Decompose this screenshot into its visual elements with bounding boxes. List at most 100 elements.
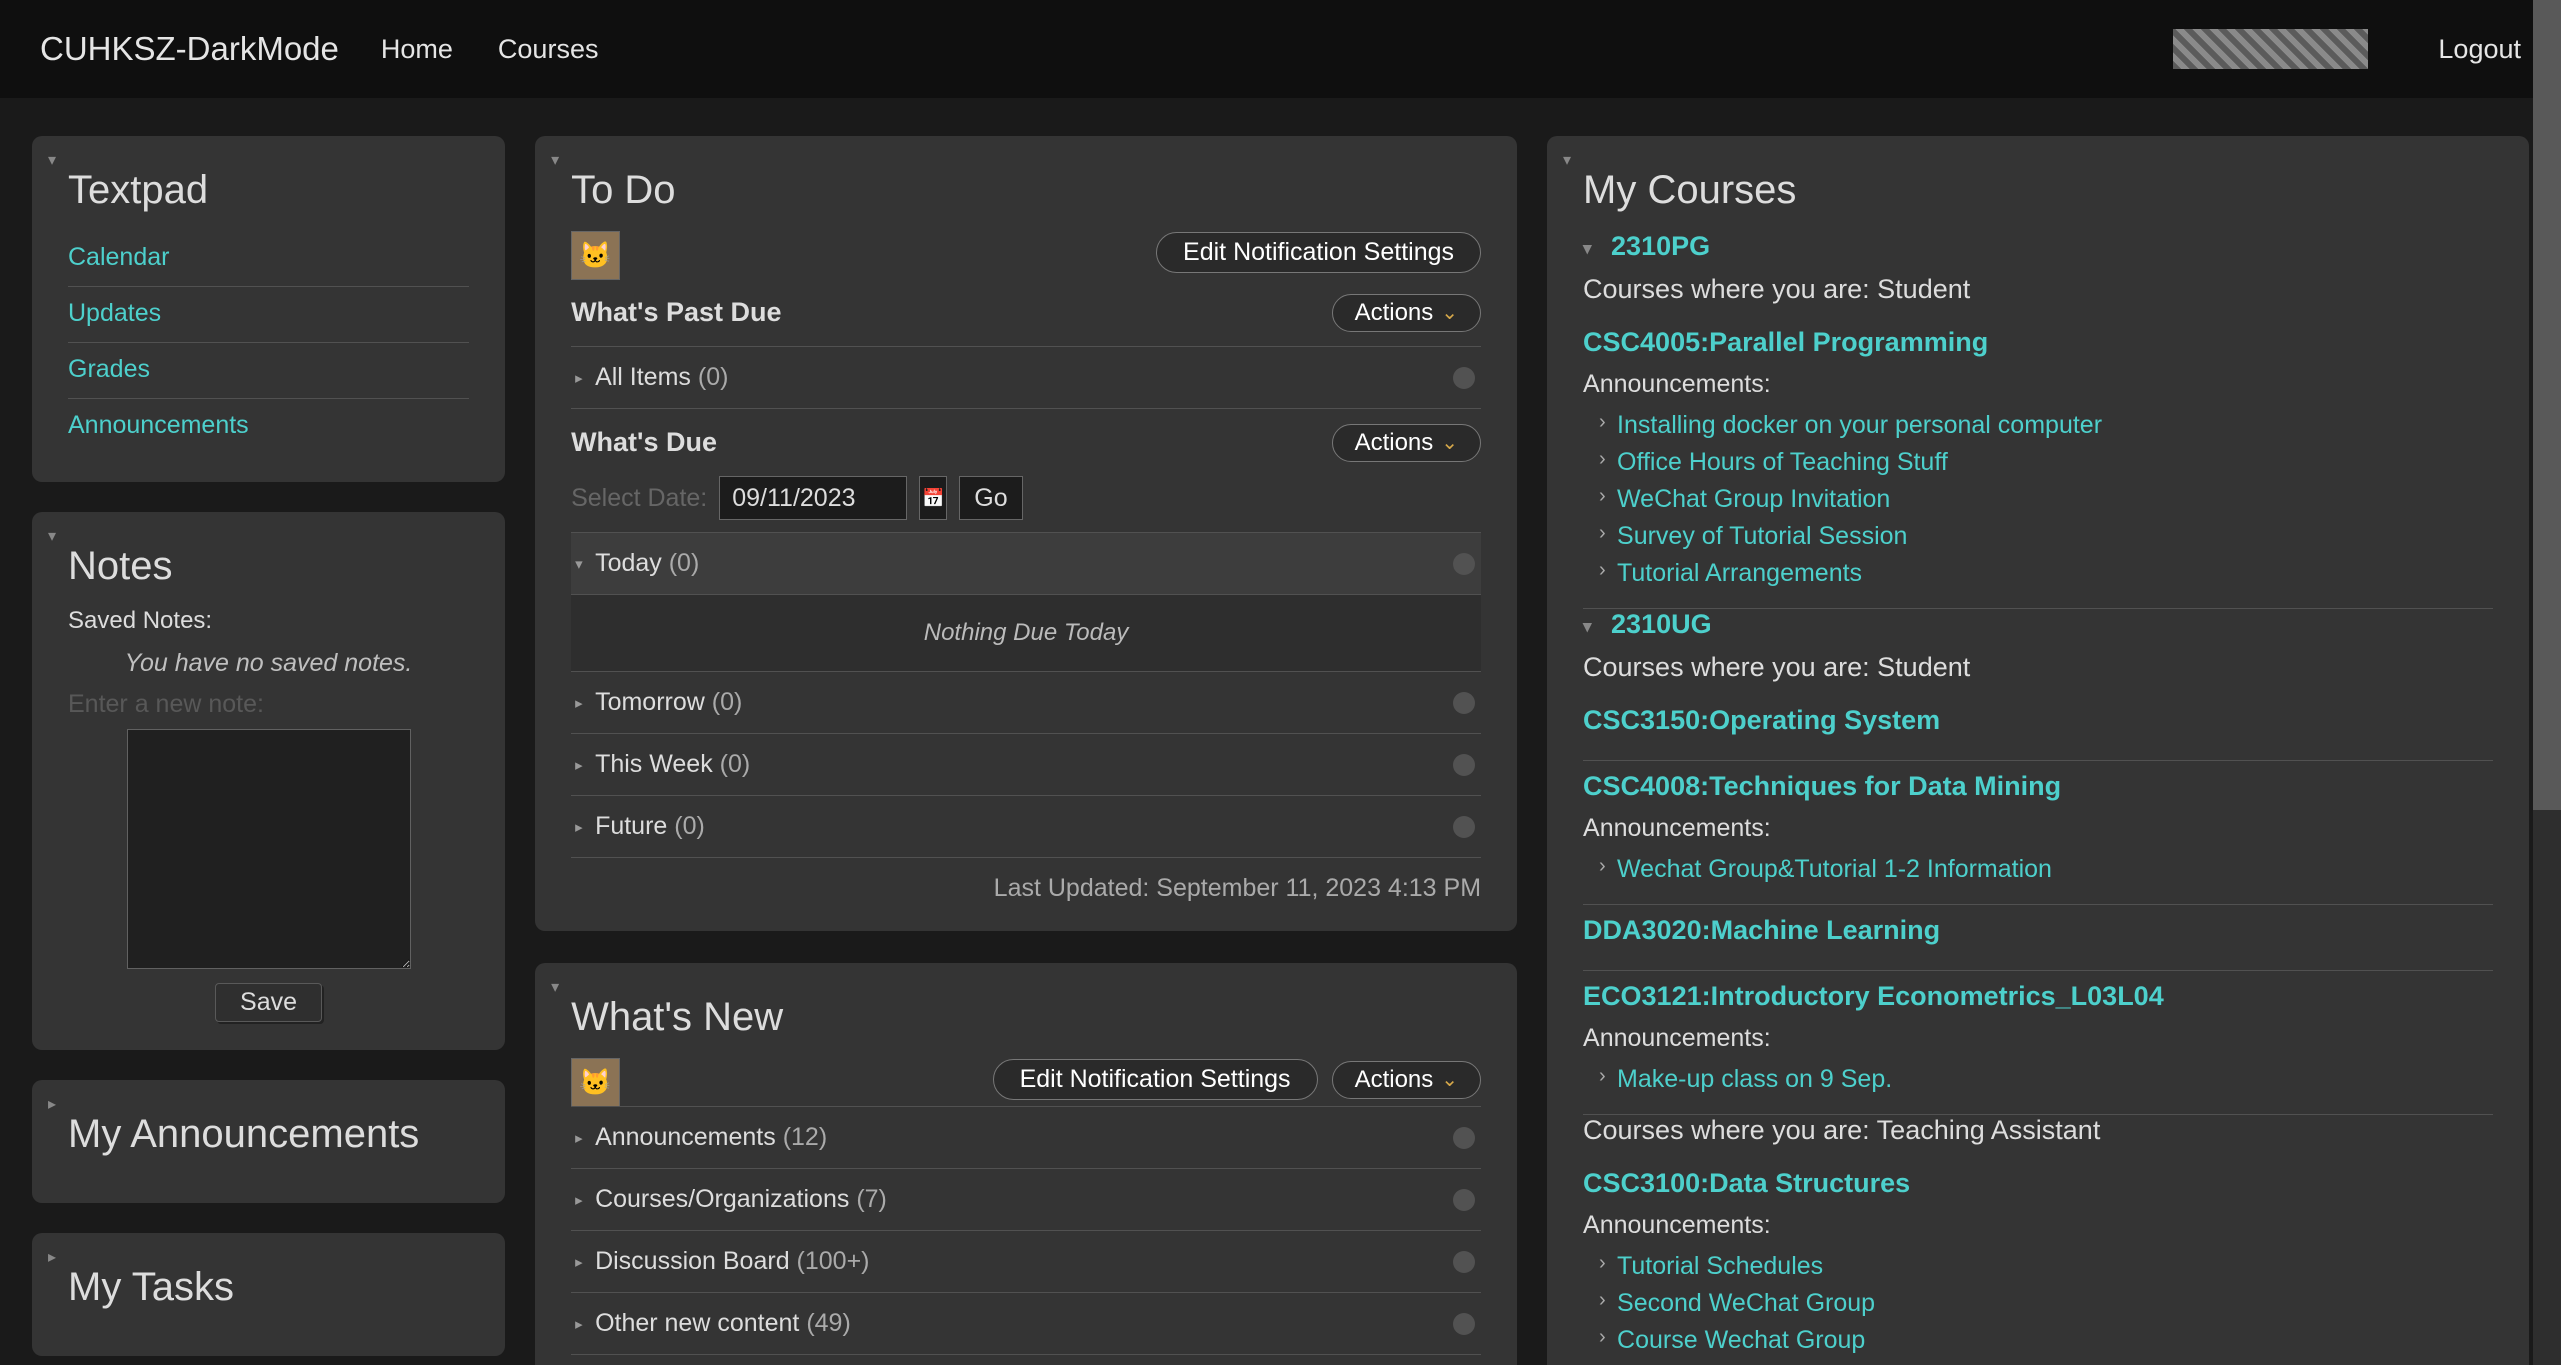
chevron-down-icon: ⌄: [1441, 1067, 1458, 1092]
user-avatar-name[interactable]: [2173, 29, 2368, 69]
whatsnew-row[interactable]: ▸Other new content (49): [571, 1293, 1481, 1355]
no-saved-notes: You have no saved notes.: [68, 649, 469, 678]
nav-courses[interactable]: Courses: [498, 34, 599, 65]
announcements-label: Announcements:: [1583, 1024, 2493, 1053]
whats-due-heading: What's Due: [571, 427, 717, 458]
course-block: CSC3150:Operating System: [1583, 695, 2493, 761]
term-toggle[interactable]: 2310UG: [1583, 609, 1712, 640]
course-link[interactable]: CSC3100:Data Structures: [1583, 1168, 2493, 1207]
expand-icon: ▾: [575, 555, 583, 573]
textpad-link-updates[interactable]: Updates: [68, 299, 161, 327]
announcement-link[interactable]: Installing docker on your personal compu…: [1617, 411, 2102, 439]
status-dot[interactable]: [1453, 1251, 1475, 1273]
announcement-item: Tutorial Schedules: [1599, 1248, 2493, 1285]
course-link[interactable]: CSC3150:Operating System: [1583, 705, 2493, 744]
textpad-title: Textpad: [68, 168, 469, 213]
announcement-item: Tutorial Arrangements: [1599, 555, 2493, 592]
today-row[interactable]: ▾Today (0): [571, 533, 1481, 595]
brand-title: CUHKSZ-DarkMode: [40, 30, 339, 68]
announcement-item: Installing docker on your personal compu…: [1599, 407, 2493, 444]
expand-icon: ▸: [575, 1315, 583, 1333]
edit-notification-button[interactable]: Edit Notification Settings: [993, 1059, 1318, 1100]
course-link[interactable]: CSC4005:Parallel Programming: [1583, 327, 2493, 366]
whatsnew-row[interactable]: ▸Discussion Board (100+): [571, 1231, 1481, 1293]
scrollbar-thumb[interactable]: [2533, 0, 2561, 810]
role-heading: Courses where you are: Student: [1583, 274, 2493, 305]
todo-module: To Do 🐱 Edit Notification Settings What'…: [535, 136, 1517, 931]
nav-logout[interactable]: Logout: [2438, 34, 2521, 65]
announcement-item: Office Hours of Teaching Stuff: [1599, 444, 2493, 481]
my-tasks-title: My Tasks: [68, 1265, 469, 1310]
whatsnew-row[interactable]: ▸Announcements (12): [571, 1107, 1481, 1169]
announcement-link[interactable]: Tutorial Schedules: [1617, 1252, 1823, 1280]
announcements-label: Announcements:: [1583, 370, 2493, 399]
expand-icon: ▸: [575, 1253, 583, 1271]
whatsnew-row[interactable]: ▸Courses/Organizations (7): [571, 1169, 1481, 1231]
course-link[interactable]: CSC4008:Techniques for Data Mining: [1583, 771, 2493, 810]
course-block: CSC3100:Data StructuresAnnouncements:Tut…: [1583, 1158, 2493, 1365]
status-dot[interactable]: [1453, 1313, 1475, 1335]
past-due-heading: What's Past Due: [571, 297, 781, 328]
all-items-row[interactable]: ▸All Items (0): [571, 347, 1481, 409]
note-textarea[interactable]: [127, 729, 411, 969]
past-due-actions-button[interactable]: Actions⌄: [1332, 294, 1481, 332]
announcements-label: Announcements:: [1583, 814, 2493, 843]
due-actions-button[interactable]: Actions⌄: [1332, 424, 1481, 462]
edit-notification-button[interactable]: Edit Notification Settings: [1156, 232, 1481, 273]
status-dot[interactable]: [1453, 754, 1475, 776]
my-tasks-module: My Tasks: [32, 1233, 505, 1356]
expand-icon: ▸: [575, 1129, 583, 1147]
todo-title: To Do: [571, 168, 1481, 213]
notes-title: Notes: [68, 544, 469, 589]
select-date-label: Select Date:: [571, 484, 707, 513]
textpad-link-grades[interactable]: Grades: [68, 355, 150, 383]
announcement-item: Wechat Group&Tutorial 1-2 Information: [1599, 851, 2493, 888]
status-dot[interactable]: [1453, 367, 1475, 389]
role-heading: Courses where you are: Teaching Assistan…: [1583, 1115, 2493, 1146]
nothing-due-today: Nothing Due Today: [571, 595, 1481, 672]
term-toggle[interactable]: 2310PG: [1583, 231, 1710, 262]
expand-icon: ▸: [575, 756, 583, 774]
announcement-link[interactable]: Second WeChat Group: [1617, 1289, 1875, 1317]
whatsnew-title: What's New: [571, 995, 1481, 1040]
future-row[interactable]: ▸Future (0): [571, 796, 1481, 858]
course-link[interactable]: DDA3020:Machine Learning: [1583, 915, 2493, 954]
announcement-item: Survey of Tutorial Session: [1599, 518, 2493, 555]
my-announcements-title: My Announcements: [68, 1112, 469, 1157]
go-button[interactable]: Go: [959, 476, 1022, 520]
announcement-link[interactable]: Tutorial Arrangements: [1617, 559, 1862, 587]
announcement-link[interactable]: Survey of Tutorial Session: [1617, 522, 1907, 550]
textpad-link-calendar[interactable]: Calendar: [68, 243, 169, 271]
my-announcements-module: My Announcements: [32, 1080, 505, 1203]
status-dot[interactable]: [1453, 816, 1475, 838]
status-dot[interactable]: [1453, 553, 1475, 575]
course-block: CSC4005:Parallel Programming Announcement…: [1583, 317, 2493, 609]
status-dot[interactable]: [1453, 692, 1475, 714]
chevron-down-icon: ⌄: [1441, 430, 1458, 455]
todo-last-updated: Last Updated: September 11, 2023 4:13 PM: [571, 874, 1481, 903]
nav-home[interactable]: Home: [381, 34, 453, 65]
announcement-link[interactable]: Make-up class on 9 Sep.: [1617, 1065, 1892, 1093]
announcement-link[interactable]: WeChat Group Invitation: [1617, 485, 1890, 513]
tomorrow-row[interactable]: ▸Tomorrow (0): [571, 672, 1481, 734]
saved-notes-label: Saved Notes:: [68, 607, 469, 635]
whatsnew-actions-button[interactable]: Actions⌄: [1332, 1061, 1481, 1099]
announcement-link[interactable]: Office Hours of Teaching Stuff: [1617, 448, 1948, 476]
announcement-item: Course Wechat Group: [1599, 1322, 2493, 1359]
textpad-module: Textpad Calendar Updates Grades Announce…: [32, 136, 505, 482]
announcement-link[interactable]: Wechat Group&Tutorial 1-2 Information: [1617, 855, 2052, 883]
save-note-button[interactable]: Save: [215, 983, 322, 1022]
thisweek-row[interactable]: ▸This Week (0): [571, 734, 1481, 796]
vertical-scrollbar[interactable]: [2533, 0, 2561, 1365]
calendar-icon[interactable]: 📅: [919, 476, 947, 520]
status-dot[interactable]: [1453, 1127, 1475, 1149]
whatsnew-module: What's New 🐱 Edit Notification Settings …: [535, 963, 1517, 1365]
status-dot[interactable]: [1453, 1189, 1475, 1211]
top-nav: CUHKSZ-DarkMode Home Courses Logout: [0, 0, 2561, 98]
textpad-link-announcements[interactable]: Announcements: [68, 411, 249, 439]
role-heading: Courses where you are: Student: [1583, 652, 2493, 683]
announcement-item: Make-up class on 9 Sep.: [1599, 1061, 2493, 1098]
course-link[interactable]: ECO3121:Introductory Econometrics_L03L04: [1583, 981, 2493, 1020]
announcement-link[interactable]: Course Wechat Group: [1617, 1326, 1865, 1354]
date-input[interactable]: [719, 476, 907, 520]
